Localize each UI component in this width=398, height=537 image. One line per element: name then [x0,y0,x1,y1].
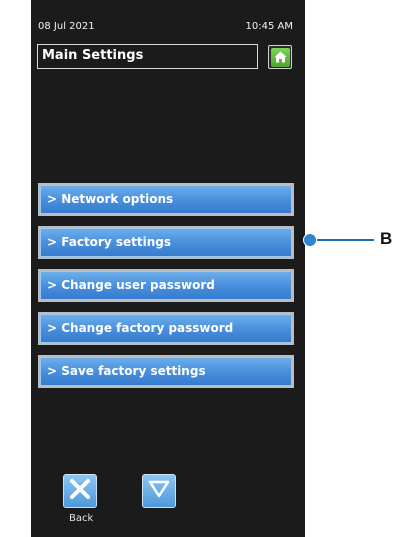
device-screen: 08 Jul 2021 10:45 AM Main Settings > Net… [31,0,305,537]
callout-label: B [380,229,393,248]
close-x-icon [68,477,92,505]
status-time: 10:45 AM [245,21,293,32]
change-factory-password-button[interactable]: > Change factory password [38,312,294,345]
back-button[interactable] [63,474,97,508]
factory-settings-button[interactable]: > Factory settings [38,226,294,259]
down-arrow-icon [147,479,171,503]
change-user-password-button[interactable]: > Change user password [38,269,294,302]
status-date: 08 Jul 2021 [38,21,95,32]
network-options-button[interactable]: > Network options [38,183,294,216]
save-factory-settings-button[interactable]: > Save factory settings [38,355,294,388]
callout-line [312,239,374,241]
home-icon [270,47,290,67]
page-title: Main Settings [37,44,258,69]
callout-dot [303,233,317,247]
home-button[interactable] [268,45,292,69]
scroll-down-button[interactable] [142,474,176,508]
back-label: Back [69,513,94,524]
